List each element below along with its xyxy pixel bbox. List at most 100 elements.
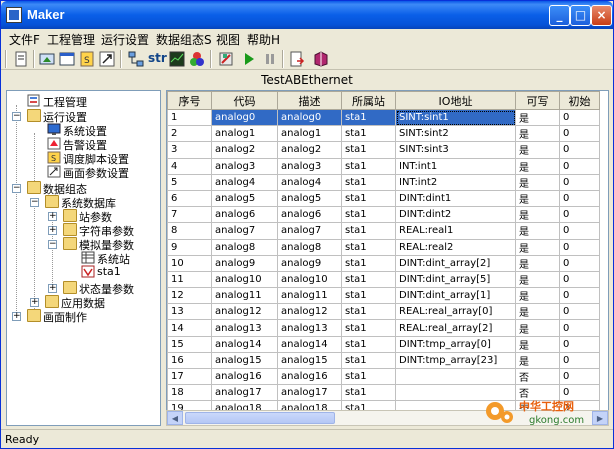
cell-index[interactable]: 5 — [167, 173, 212, 191]
cell-initial[interactable]: 0 — [559, 335, 600, 353]
cell-initial[interactable]: 0 — [559, 351, 600, 370]
tree-collapse-toggle[interactable]: − — [12, 184, 21, 193]
scroll-left-arrow-icon[interactable]: ◀ — [167, 411, 183, 425]
cell-station[interactable]: sta1 — [341, 125, 396, 143]
cell-writable[interactable]: 是 — [515, 189, 560, 208]
cell-station[interactable]: sta1 — [341, 287, 396, 305]
cell-io-address[interactable]: DINT:dint1 — [395, 189, 516, 208]
run-icon[interactable] — [241, 51, 257, 67]
table-row[interactable]: 8 analog7 analog7 sta1 REAL:real1 是 0 — [167, 222, 600, 240]
cell-initial[interactable]: 0 — [559, 125, 600, 143]
cell-code[interactable]: analog15 — [211, 351, 278, 370]
cell-description[interactable]: analog4 — [277, 173, 342, 191]
cell-description[interactable]: analog17 — [277, 384, 342, 402]
menu-file[interactable]: 文件F — [9, 31, 40, 48]
cell-code[interactable]: analog8 — [211, 238, 278, 256]
cell-index[interactable]: 9 — [167, 238, 212, 256]
cell-io-address[interactable]: REAL:real_array[0] — [395, 303, 516, 321]
trend-chart-icon[interactable] — [169, 51, 185, 67]
cell-index[interactable]: 13 — [167, 303, 212, 321]
column-header-description[interactable]: 描述 — [277, 91, 342, 110]
table-row[interactable]: 1 analog0 analog0 sta1 SINT:sint1 是 0 — [167, 108, 600, 127]
analog-data-grid[interactable]: 序号 代码 描述 所属站 IO地址 可写 初始 1 analog0 analog0 s… — [166, 90, 609, 426]
cell-index[interactable]: 4 — [167, 157, 212, 175]
cell-description[interactable]: analog5 — [277, 189, 342, 208]
cell-index[interactable]: 8 — [167, 222, 212, 240]
cell-writable[interactable]: 否 — [515, 367, 560, 386]
column-header-code[interactable]: 代码 — [211, 91, 278, 110]
table-row[interactable]: 3 analog2 analog2 sta1 SINT:sint3 是 0 — [167, 141, 600, 159]
menu-run-settings[interactable]: 运行设置 — [101, 31, 149, 48]
cell-description[interactable]: analog10 — [277, 270, 342, 289]
table-row[interactable]: 14 analog13 analog13 sta1 REAL:real_array[2]… — [167, 319, 600, 337]
cell-io-address[interactable]: DINT:dint_array[5] — [395, 270, 516, 289]
cell-description[interactable]: analog14 — [277, 335, 342, 353]
tree-expand-toggle[interactable]: + — [48, 212, 57, 221]
script-icon[interactable]: S — [79, 51, 95, 67]
cell-io-address[interactable]: REAL:real1 — [395, 222, 516, 240]
cell-description[interactable]: analog6 — [277, 206, 342, 224]
cell-code[interactable]: analog11 — [211, 287, 278, 305]
table-row[interactable]: 7 analog6 analog6 sta1 DINT:dint2 是 0 — [167, 206, 600, 224]
cell-description[interactable]: analog8 — [277, 238, 342, 256]
cell-code[interactable]: analog16 — [211, 367, 278, 386]
cell-description[interactable]: analog3 — [277, 157, 342, 175]
cell-station[interactable]: sta1 — [341, 238, 396, 256]
cell-index[interactable]: 6 — [167, 189, 212, 208]
cell-initial[interactable]: 0 — [559, 287, 600, 305]
tree-expand-toggle[interactable]: + — [30, 298, 39, 307]
cell-writable[interactable]: 是 — [515, 270, 560, 289]
cell-station[interactable]: sta1 — [341, 141, 396, 159]
cell-writable[interactable]: 是 — [515, 222, 560, 240]
cell-code[interactable]: analog4 — [211, 173, 278, 191]
table-row[interactable]: 6 analog5 analog5 sta1 DINT:dint1 是 0 — [167, 189, 600, 208]
cell-initial[interactable]: 0 — [559, 141, 600, 159]
cell-index[interactable]: 3 — [167, 141, 212, 159]
cell-initial[interactable]: 0 — [559, 254, 600, 272]
menu-help[interactable]: 帮助H — [247, 31, 280, 48]
cell-io-address[interactable]: INT:int2 — [395, 173, 516, 191]
minimize-button[interactable]: _ — [549, 5, 570, 26]
cell-station[interactable]: sta1 — [341, 270, 396, 289]
cell-initial[interactable]: 0 — [559, 222, 600, 240]
cell-initial[interactable]: 0 — [559, 157, 600, 175]
project-tree[interactable]: 工程管理 − 运行设置 系统设置 告警设置 S 调度脚本设置 画面参数设置 − … — [6, 90, 161, 426]
cell-io-address[interactable]: SINT:sint2 — [395, 125, 516, 143]
column-header-io-address[interactable]: IO地址 — [395, 91, 516, 110]
cell-io-address[interactable] — [395, 367, 516, 386]
cell-station[interactable]: sta1 — [341, 108, 396, 127]
cell-writable[interactable]: 是 — [515, 157, 560, 175]
cell-initial[interactable]: 0 — [559, 367, 600, 386]
cell-description[interactable]: analog13 — [277, 319, 342, 337]
cell-station[interactable]: sta1 — [341, 206, 396, 224]
screen-edit-icon[interactable] — [39, 51, 55, 67]
cell-code[interactable]: analog7 — [211, 222, 278, 240]
table-row[interactable]: 4 analog3 analog3 sta1 INT:int1 是 0 — [167, 157, 600, 175]
tree-expand-toggle[interactable]: + — [12, 312, 21, 321]
cell-initial[interactable]: 0 — [559, 189, 600, 208]
title-bar[interactable]: Maker _ □ × — [1, 1, 613, 29]
cell-station[interactable]: sta1 — [341, 351, 396, 370]
cell-index[interactable]: 18 — [167, 384, 212, 402]
menu-view[interactable]: 视图 — [216, 31, 240, 48]
cell-writable[interactable]: 是 — [515, 141, 560, 159]
cell-code[interactable]: analog17 — [211, 384, 278, 402]
cell-index[interactable]: 17 — [167, 367, 212, 386]
table-row[interactable]: 9 analog8 analog8 sta1 REAL:real2 是 0 — [167, 238, 600, 256]
cell-writable[interactable]: 是 — [515, 319, 560, 337]
cell-io-address[interactable]: INT:int1 — [395, 157, 516, 175]
compile-icon[interactable] — [218, 51, 234, 67]
cell-writable[interactable]: 是 — [515, 125, 560, 143]
table-row[interactable]: 16 analog15 analog15 sta1 DINT:tmp_array[23]… — [167, 351, 600, 370]
pause-icon[interactable] — [262, 51, 278, 67]
table-row[interactable]: 10 analog9 analog9 sta1 DINT:dint_array[2] 是 0 — [167, 254, 600, 272]
cell-io-address[interactable]: DINT:dint_array[2] — [395, 254, 516, 272]
cell-code[interactable]: analog5 — [211, 189, 278, 208]
table-row[interactable]: 2 analog1 analog1 sta1 SINT:sint2 是 0 — [167, 125, 600, 143]
cell-station[interactable]: sta1 — [341, 254, 396, 272]
cell-station[interactable]: sta1 — [341, 303, 396, 321]
network-icon[interactable] — [128, 51, 144, 67]
cell-station[interactable]: sta1 — [341, 335, 396, 353]
cell-io-address[interactable]: DINT:dint_array[1] — [395, 287, 516, 305]
cell-initial[interactable]: 0 — [559, 270, 600, 289]
